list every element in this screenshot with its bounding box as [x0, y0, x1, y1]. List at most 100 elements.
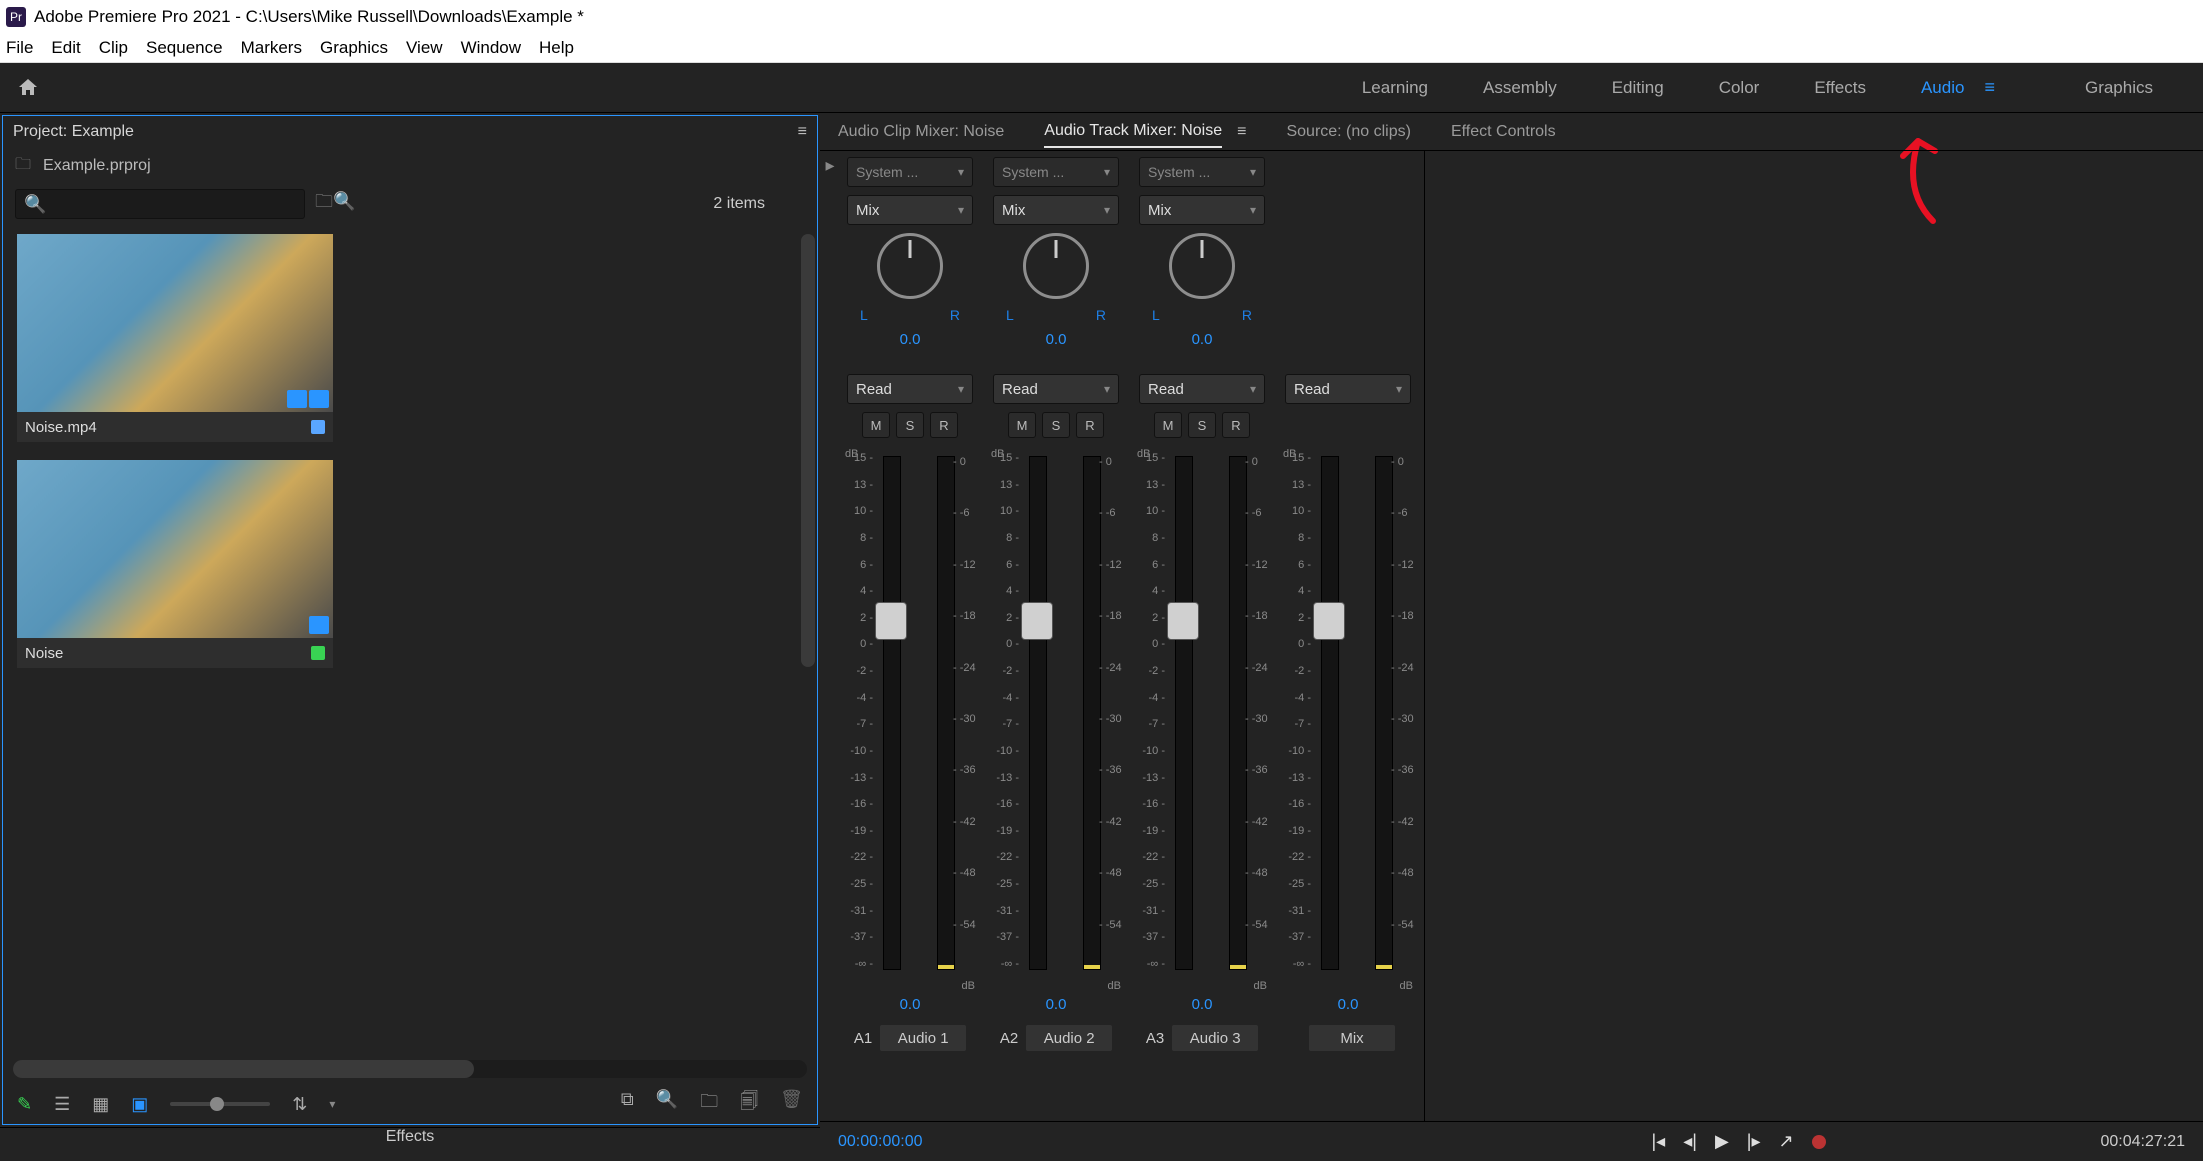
- clip-label-chip[interactable]: [311, 646, 325, 660]
- project-panel-title[interactable]: Project: Example: [13, 123, 134, 141]
- tab-audio-clip-mixer[interactable]: Audio Clip Mixer: Noise: [838, 117, 1004, 147]
- project-search-field[interactable]: [52, 197, 296, 212]
- pan-knob[interactable]: [1169, 233, 1235, 299]
- effects-sends-expand-toggle[interactable]: ▸: [820, 151, 840, 1121]
- thumbnail-zoom-slider[interactable]: [170, 1102, 270, 1106]
- volume-fader-handle[interactable]: [1021, 602, 1053, 640]
- record-enable-button[interactable]: R: [1222, 412, 1250, 438]
- panel-menu-icon[interactable]: ≡: [1237, 123, 1246, 141]
- clip-thumbnail[interactable]: [17, 234, 333, 412]
- solo-button[interactable]: S: [896, 412, 924, 438]
- timecode-in[interactable]: 00:00:00:00: [838, 1133, 923, 1151]
- effects-panel-collapsed[interactable]: Effects: [0, 1127, 820, 1161]
- menu-window[interactable]: Window: [461, 38, 521, 58]
- freeform-view-icon[interactable]: ▣: [131, 1094, 148, 1115]
- workspace-learning[interactable]: Learning: [1362, 78, 1428, 98]
- volume-fader-handle[interactable]: [875, 602, 907, 640]
- pan-knob[interactable]: [877, 233, 943, 299]
- track-name[interactable]: Mix: [1309, 1025, 1395, 1051]
- tab-source-monitor[interactable]: Source: (no clips): [1286, 117, 1411, 147]
- menu-markers[interactable]: Markers: [241, 38, 302, 58]
- mute-button[interactable]: M: [1154, 412, 1182, 438]
- workspace-editing[interactable]: Editing: [1612, 78, 1664, 98]
- menu-clip[interactable]: Clip: [99, 38, 128, 58]
- project-bin-area[interactable]: Noise.mp4 Noise: [3, 224, 817, 1060]
- track-name[interactable]: Audio 3: [1172, 1025, 1258, 1051]
- workspace-effects[interactable]: Effects: [1814, 78, 1866, 98]
- volume-value[interactable]: 0.0: [1192, 996, 1213, 1013]
- track-input-dropdown[interactable]: System ...▾: [993, 157, 1119, 187]
- menu-view[interactable]: View: [406, 38, 443, 58]
- write-mode-icon[interactable]: ✎: [17, 1094, 32, 1115]
- menu-graphics[interactable]: Graphics: [320, 38, 388, 58]
- automate-to-sequence-icon[interactable]: ⧉: [621, 1089, 634, 1119]
- volume-fader-track[interactable]: [1029, 456, 1047, 970]
- new-bin-from-search-icon[interactable]: 🗀🔍: [315, 189, 355, 219]
- track-input-dropdown[interactable]: System ...▾: [847, 157, 973, 187]
- new-bin-icon[interactable]: 🗀: [700, 1089, 718, 1119]
- volume-fader-track[interactable]: [1175, 456, 1193, 970]
- clip-name[interactable]: Noise.mp4: [25, 419, 97, 436]
- go-to-in-point-icon[interactable]: |◂: [1652, 1131, 1666, 1152]
- tab-effect-controls[interactable]: Effect Controls: [1451, 117, 1556, 147]
- panel-menu-icon[interactable]: ≡: [798, 123, 807, 141]
- track-output-dropdown[interactable]: Mix▾: [847, 195, 973, 225]
- menu-file[interactable]: File: [6, 38, 33, 58]
- new-item-icon[interactable]: 🗐: [740, 1089, 758, 1119]
- automation-mode-dropdown[interactable]: Read▾: [847, 374, 973, 404]
- workspace-audio-menu-icon[interactable]: ≡: [1984, 77, 1995, 98]
- track-input-dropdown[interactable]: System ...▾: [1139, 157, 1265, 187]
- workspace-color[interactable]: Color: [1719, 78, 1760, 98]
- workspace-graphics[interactable]: Graphics: [2085, 78, 2153, 98]
- clip-label-chip[interactable]: [311, 420, 325, 434]
- clip-item[interactable]: Noise: [17, 460, 333, 668]
- tab-audio-track-mixer[interactable]: Audio Track Mixer: Noise: [1044, 116, 1222, 148]
- solo-button[interactable]: S: [1042, 412, 1070, 438]
- record-button[interactable]: [1812, 1135, 1826, 1149]
- solo-button[interactable]: S: [1188, 412, 1216, 438]
- record-enable-button[interactable]: R: [930, 412, 958, 438]
- delete-icon[interactable]: 🗑: [780, 1089, 803, 1119]
- track-name[interactable]: Audio 2: [1026, 1025, 1112, 1051]
- automation-mode-dropdown[interactable]: Read▾: [1139, 374, 1265, 404]
- volume-fader-track[interactable]: [883, 456, 901, 970]
- workspace-audio[interactable]: Audio: [1921, 78, 1964, 98]
- volume-value[interactable]: 0.0: [1046, 996, 1067, 1013]
- step-forward-icon[interactable]: |▸: [1747, 1131, 1761, 1152]
- volume-fader-handle[interactable]: [1313, 602, 1345, 640]
- project-search-input[interactable]: 🔍: [15, 189, 305, 219]
- play-toggle-icon[interactable]: ▶: [1715, 1131, 1729, 1152]
- menu-sequence[interactable]: Sequence: [146, 38, 223, 58]
- sort-icon[interactable]: ⇅: [292, 1094, 307, 1115]
- menu-edit[interactable]: Edit: [51, 38, 80, 58]
- icon-view-icon[interactable]: ▦: [92, 1094, 109, 1115]
- menu-help[interactable]: Help: [539, 38, 574, 58]
- project-scrollbar[interactable]: [801, 234, 815, 980]
- pan-value[interactable]: 0.0: [1046, 331, 1067, 348]
- pan-value[interactable]: 0.0: [1192, 331, 1213, 348]
- go-to-out-point-icon[interactable]: ↗: [1779, 1131, 1794, 1152]
- clip-name[interactable]: Noise: [25, 645, 63, 662]
- home-button[interactable]: [10, 70, 46, 106]
- volume-fader-track[interactable]: [1321, 456, 1339, 970]
- track-output-dropdown[interactable]: Mix▾: [993, 195, 1119, 225]
- volume-value[interactable]: 0.0: [1338, 996, 1359, 1013]
- project-hscroll[interactable]: [13, 1060, 807, 1078]
- mute-button[interactable]: M: [1008, 412, 1036, 438]
- automation-mode-dropdown[interactable]: Read▾: [993, 374, 1119, 404]
- clip-item[interactable]: Noise.mp4: [17, 234, 333, 442]
- track-output-dropdown[interactable]: Mix▾: [1139, 195, 1265, 225]
- sort-menu-chevron-icon[interactable]: ▾: [329, 1097, 335, 1111]
- workspace-assembly[interactable]: Assembly: [1483, 78, 1557, 98]
- automation-mode-dropdown[interactable]: Read▾: [1285, 374, 1411, 404]
- volume-value[interactable]: 0.0: [900, 996, 921, 1013]
- find-icon[interactable]: 🔍: [656, 1089, 678, 1119]
- mute-button[interactable]: M: [862, 412, 890, 438]
- volume-fader-handle[interactable]: [1167, 602, 1199, 640]
- track-name[interactable]: Audio 1: [880, 1025, 966, 1051]
- clip-thumbnail[interactable]: [17, 460, 333, 638]
- pan-value[interactable]: 0.0: [900, 331, 921, 348]
- record-enable-button[interactable]: R: [1076, 412, 1104, 438]
- step-back-icon[interactable]: ◂|: [1683, 1131, 1697, 1152]
- list-view-icon[interactable]: ☰: [54, 1094, 70, 1115]
